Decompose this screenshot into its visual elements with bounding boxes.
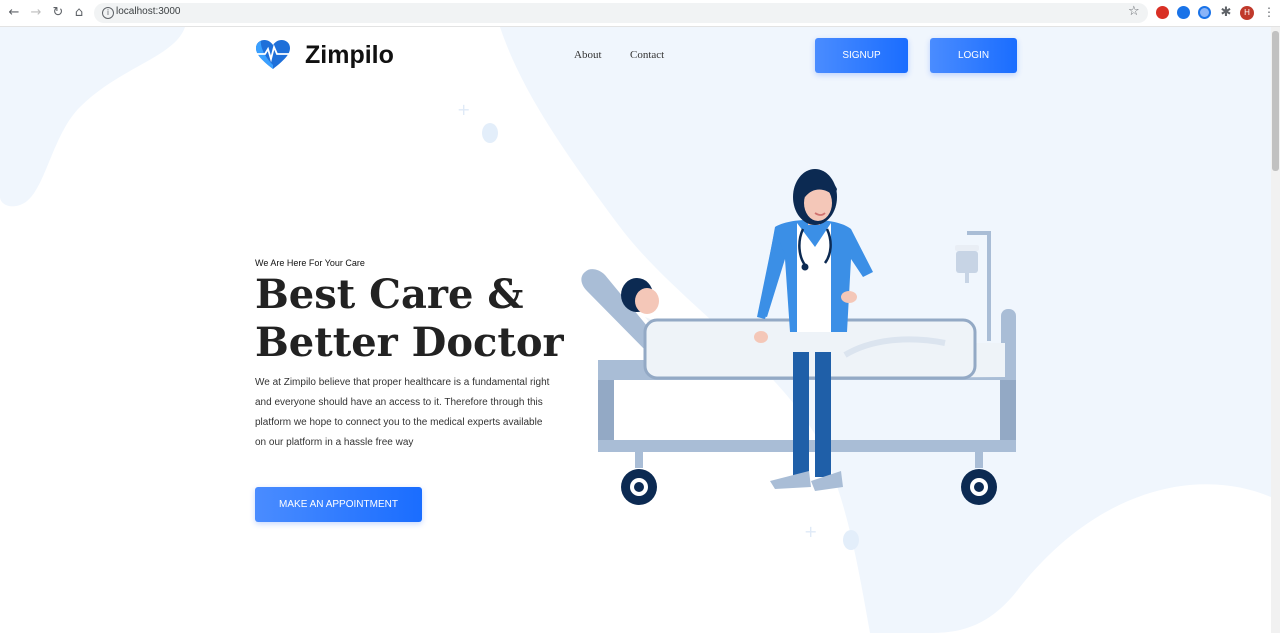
signup-button[interactable]: SIGNUP: [815, 38, 908, 73]
login-button[interactable]: LOGIN: [930, 38, 1017, 73]
star-icon[interactable]: ☆: [1128, 4, 1140, 19]
nav-about[interactable]: About: [574, 49, 602, 61]
extension-blue-icon[interactable]: [1177, 6, 1190, 19]
url-text[interactable]: localhost:3000: [116, 6, 181, 17]
info-icon[interactable]: i: [102, 7, 114, 19]
extension-circle-icon[interactable]: [1198, 6, 1211, 19]
browser-toolbar: ← → ↻ ⌂ i localhost:3000 ☆ ✱ H ⋮: [0, 0, 1280, 27]
hero-tagline: We Are Here For Your Care: [255, 258, 365, 268]
reload-icon[interactable]: ↻: [50, 5, 66, 21]
extension-red-icon[interactable]: [1156, 6, 1169, 19]
back-icon[interactable]: ←: [6, 5, 22, 21]
brand-name: Zimpilo: [305, 40, 394, 69]
address-bar[interactable]: i localhost:3000 ☆: [94, 3, 1148, 23]
svg-text:+: +: [804, 522, 817, 541]
puzzle-icon[interactable]: ✱: [1218, 5, 1234, 21]
scrollbar-thumb[interactable]: [1272, 31, 1279, 171]
avatar[interactable]: H: [1240, 6, 1254, 20]
hero-description: We at Zimpilo believe that proper health…: [255, 377, 550, 448]
headline-line-1: Best Care &: [255, 271, 524, 318]
page: + + Zimpilo About Contact SIGNUP LOGIN W…: [0, 27, 1280, 633]
headline-line-2: Better Doctor: [255, 319, 564, 366]
hero-headline: Best Care & Better Doctor: [255, 271, 575, 367]
doctor-patient-illustration: [581, 169, 1016, 505]
svg-text:+: +: [457, 100, 470, 119]
make-appointment-button[interactable]: MAKE AN APPOINTMENT: [255, 487, 422, 522]
kebab-menu-icon[interactable]: ⋮: [1263, 5, 1275, 19]
nav-contact[interactable]: Contact: [630, 49, 664, 61]
scrollbar[interactable]: [1271, 27, 1280, 633]
heart-pulse-icon: [256, 40, 290, 69]
forward-icon[interactable]: →: [28, 5, 44, 21]
brand-logo[interactable]: Zimpilo: [255, 39, 394, 71]
home-icon[interactable]: ⌂: [71, 5, 87, 21]
